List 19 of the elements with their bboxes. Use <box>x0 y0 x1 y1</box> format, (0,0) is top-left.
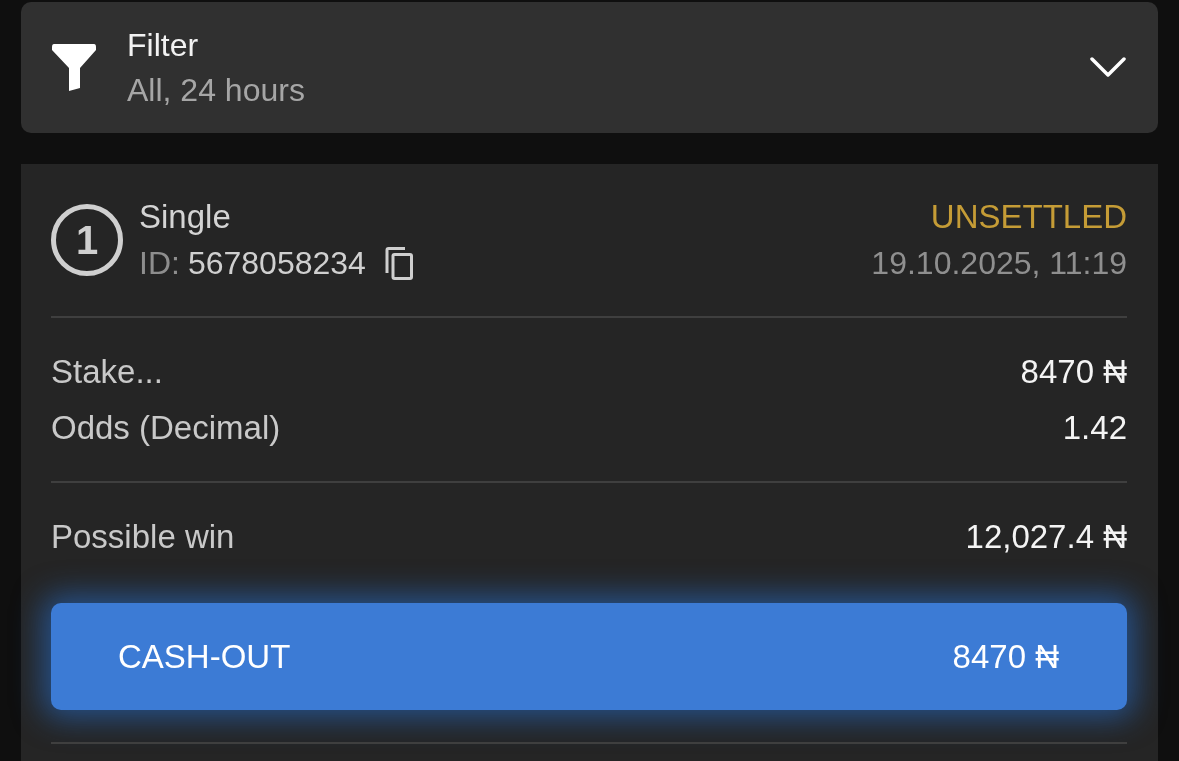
bet-date: 19.10.2025, 11:19 <box>871 244 1127 283</box>
filter-title: Filter <box>127 25 200 65</box>
copy-icon[interactable] <box>384 246 413 280</box>
detail-label: Stake... <box>51 353 163 391</box>
status-label: UNSETTLED <box>930 197 1127 237</box>
number-badge: 1 <box>51 204 123 276</box>
cash-out-button[interactable]: CASH-OUT 8470 ₦ <box>51 603 1127 710</box>
chevron-icon[interactable] <box>1090 57 1126 78</box>
possible-win-label: Possible win <box>51 518 235 556</box>
detail-value: 8470 ₦ <box>1020 353 1127 391</box>
bet-type: Single <box>139 197 232 237</box>
bet-id: 5678058234 <box>187 244 366 282</box>
detail-value: 1.42 <box>1062 409 1127 447</box>
detail-label: Odds (Decimal) <box>51 409 281 447</box>
id-label: ID: <box>139 244 180 282</box>
filter-summary: All, 24 hours <box>127 70 306 110</box>
filter-header[interactable]: Filter All, 24 hours <box>21 2 1158 133</box>
possible-win-value: 12,027.4 ₦ <box>965 518 1127 556</box>
filter-icon <box>52 44 96 91</box>
